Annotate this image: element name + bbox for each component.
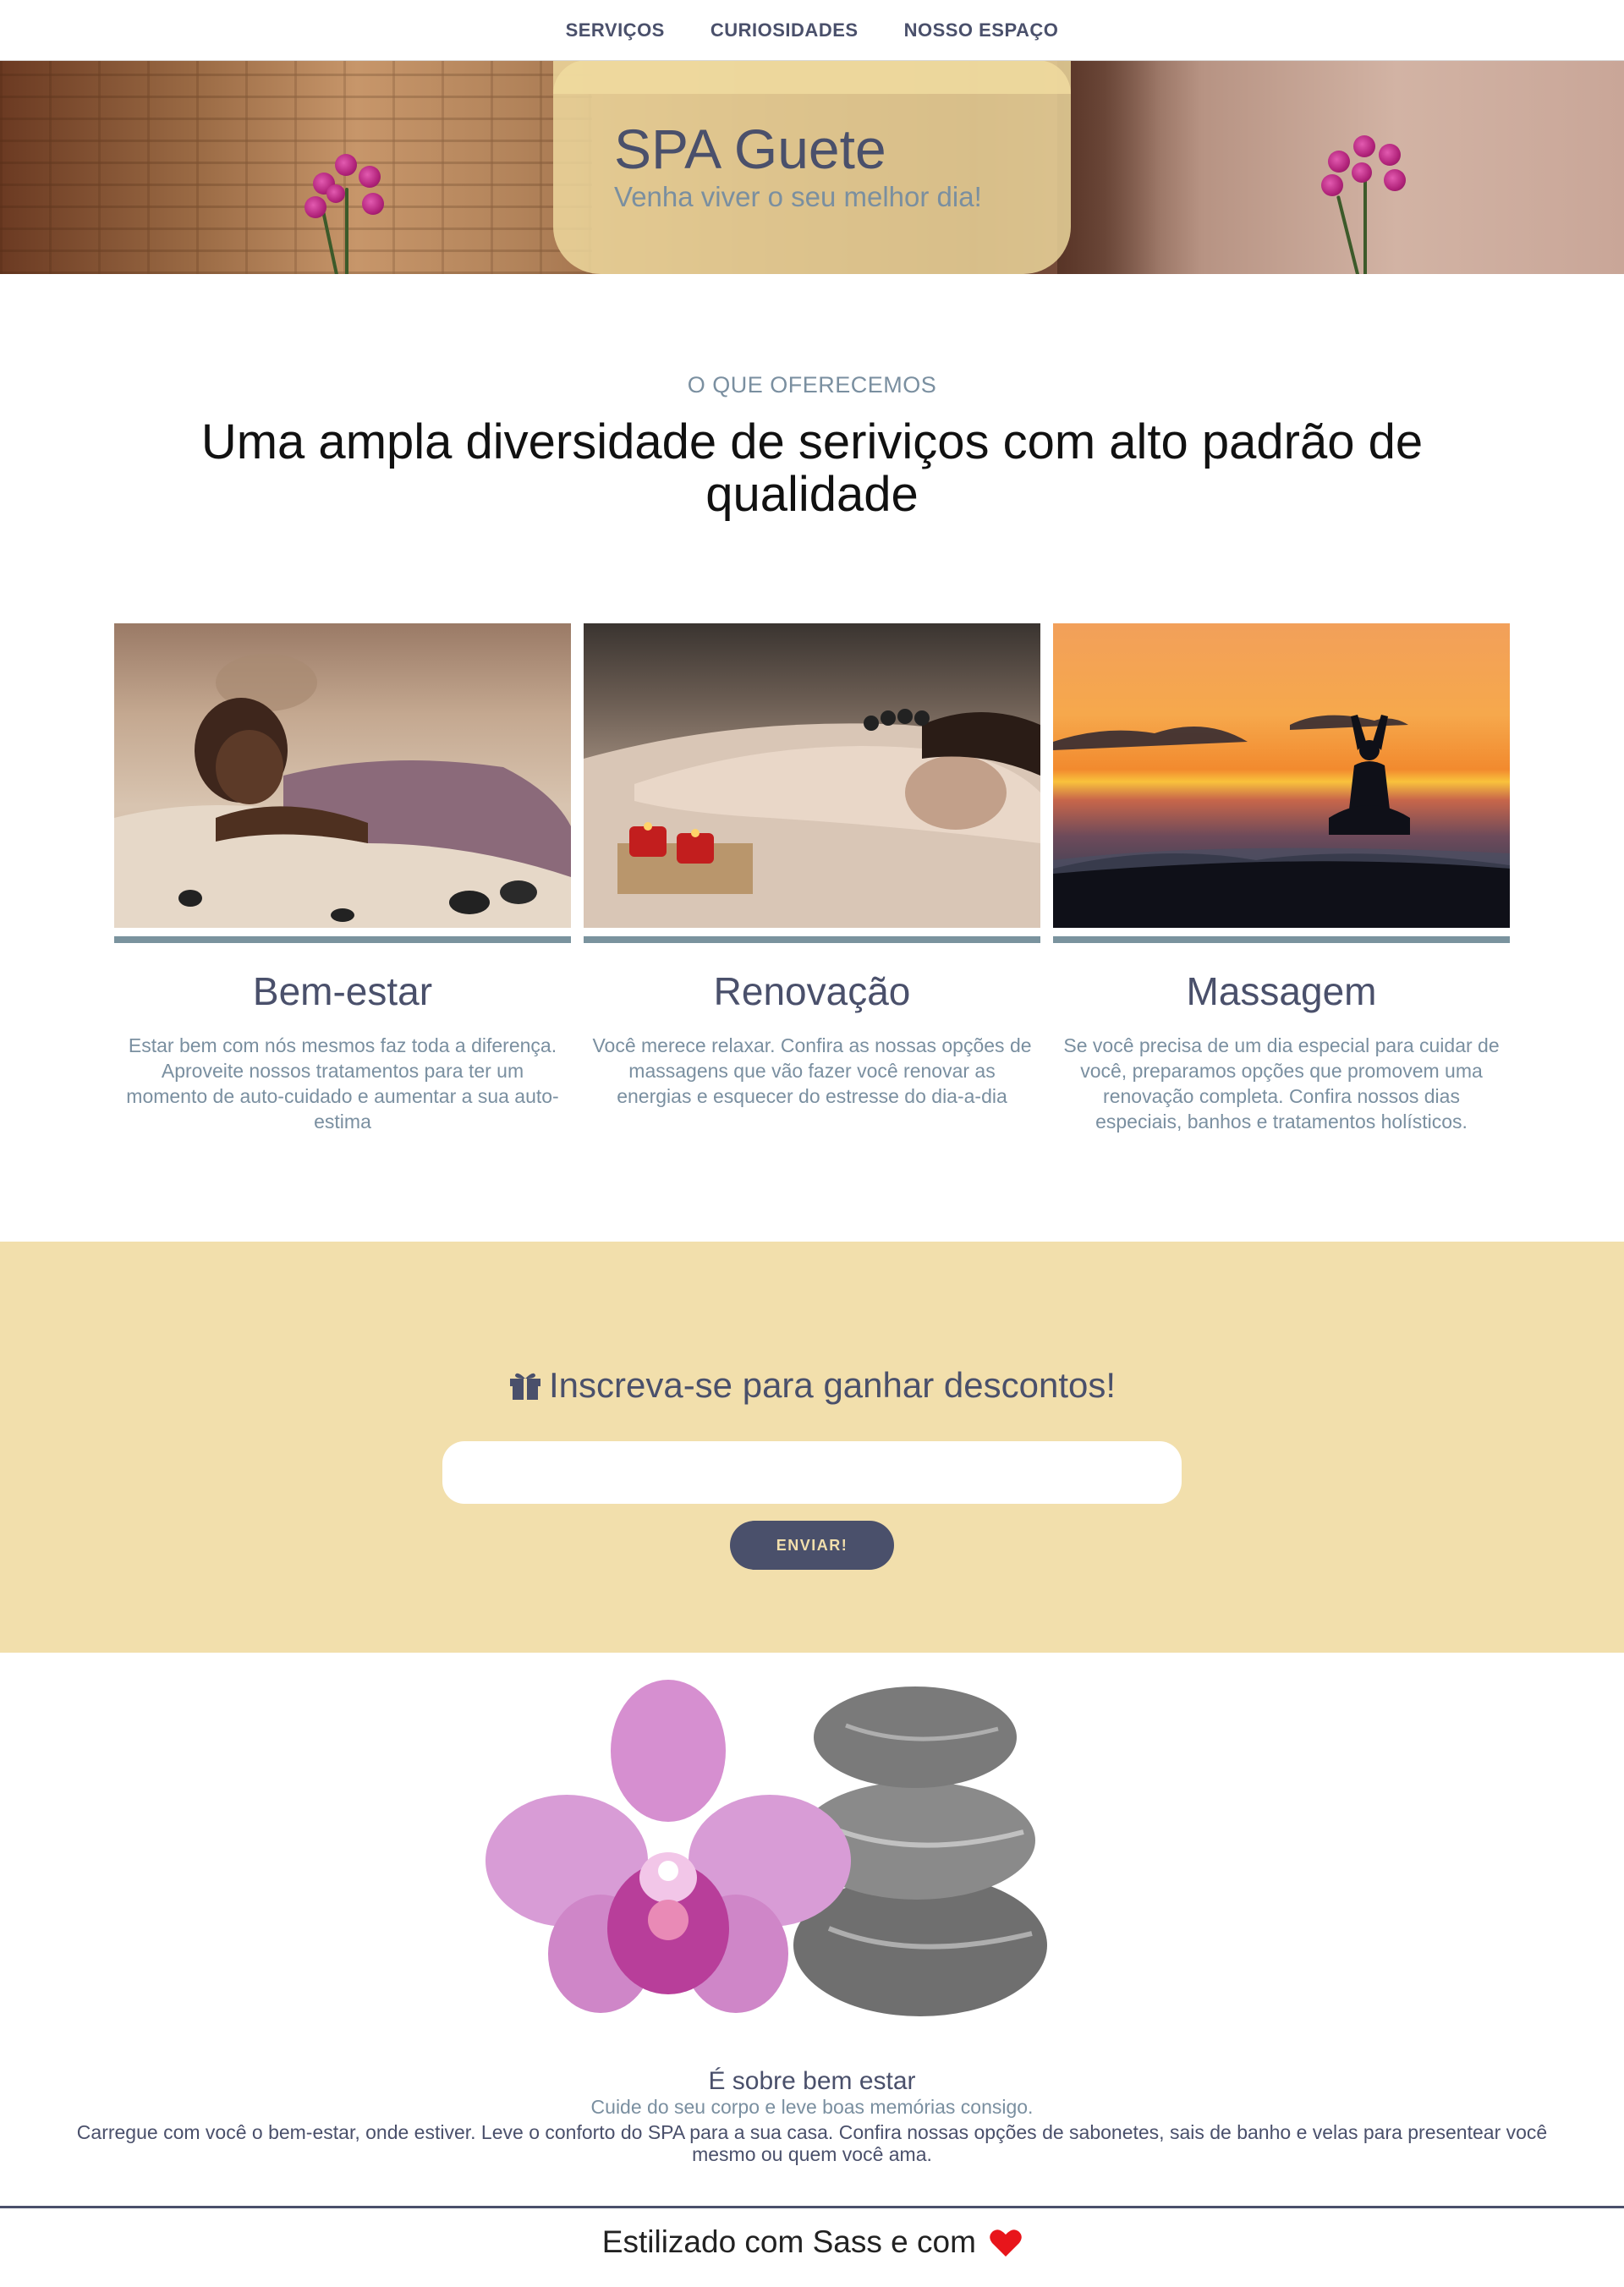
footer-text: Estilizado com Sass e com [601,2224,976,2259]
service-photo-massagem [1053,623,1510,928]
footer: Estilizado com Sass e com [0,2224,1624,2265]
subscribe-title-text: Inscreva-se para ganhar descontos! [548,1365,1116,1405]
service-title: Bem-estar [252,969,433,1013]
service-photo-bem-estar [114,623,571,928]
footer-divider [0,2206,1624,2208]
top-nav: SERVIÇOS CURIOSIDADES NOSSO ESPAÇO [0,0,1624,61]
service-card-bem-estar: Bem-estar Estar bem com nós mesmos faz t… [114,623,571,1134]
service-card-massagem: Massagem Se você precisa de um dia espec… [1053,623,1510,1134]
hero-banner: SPA Guete Venha viver o seu melhor dia! [0,61,1624,274]
email-input[interactable] [442,1441,1182,1504]
nav-link-nosso-espaco[interactable]: NOSSO ESPAÇO [904,19,1059,41]
heart-icon [990,2229,1022,2265]
subscribe-section: Inscreva-se para ganhar descontos! ENVIA… [0,1242,1624,1653]
orchid-right-image [1303,135,1421,274]
site-title: SPA Guete [614,118,886,180]
hero-title-card: SPA Guete Venha viver o seu melhor dia! [553,61,1071,274]
section-headline: Uma ampla diversidade de seriviços com a… [200,414,1424,522]
submit-button[interactable]: ENVIAR! [730,1521,894,1570]
orchid-left-image [288,154,406,274]
nav-link-servicos[interactable]: SERVIÇOS [566,19,665,41]
service-title: Massagem [1186,969,1377,1013]
service-divider-bar [114,936,571,943]
feature-heading: É sobre bem estar [708,2067,916,2095]
nav-link-curiosidades[interactable]: CURIOSIDADES [710,19,859,41]
service-description: Se você precisa de um dia especial para … [1063,1034,1500,1133]
service-divider-bar [1053,936,1510,943]
service-divider-bar [584,936,1040,943]
section-eyebrow: O QUE OFERECEMOS [687,372,937,398]
hero-shadow [1057,61,1159,274]
service-title: Renovação [713,969,911,1013]
subscribe-title: Inscreva-se para ganhar descontos! [0,1365,1624,1409]
service-photo-renovacao [584,623,1040,928]
service-description: Estar bem com nós mesmos faz toda a dife… [126,1034,559,1133]
orchid-stones-image [474,1675,1116,2047]
feature-text: Carregue com você o bem-estar, onde esti… [76,2121,1548,2165]
service-description: Você merece relaxar. Confira as nossas o… [592,1034,1032,1107]
feature-subheading: Cuide do seu corpo e leve boas memórias … [590,2096,1034,2118]
gift-icon [508,1368,542,1409]
service-card-renovacao: Renovação Você merece relaxar. Confira a… [584,623,1040,1109]
site-tagline: Venha viver o seu melhor dia! [614,181,982,212]
